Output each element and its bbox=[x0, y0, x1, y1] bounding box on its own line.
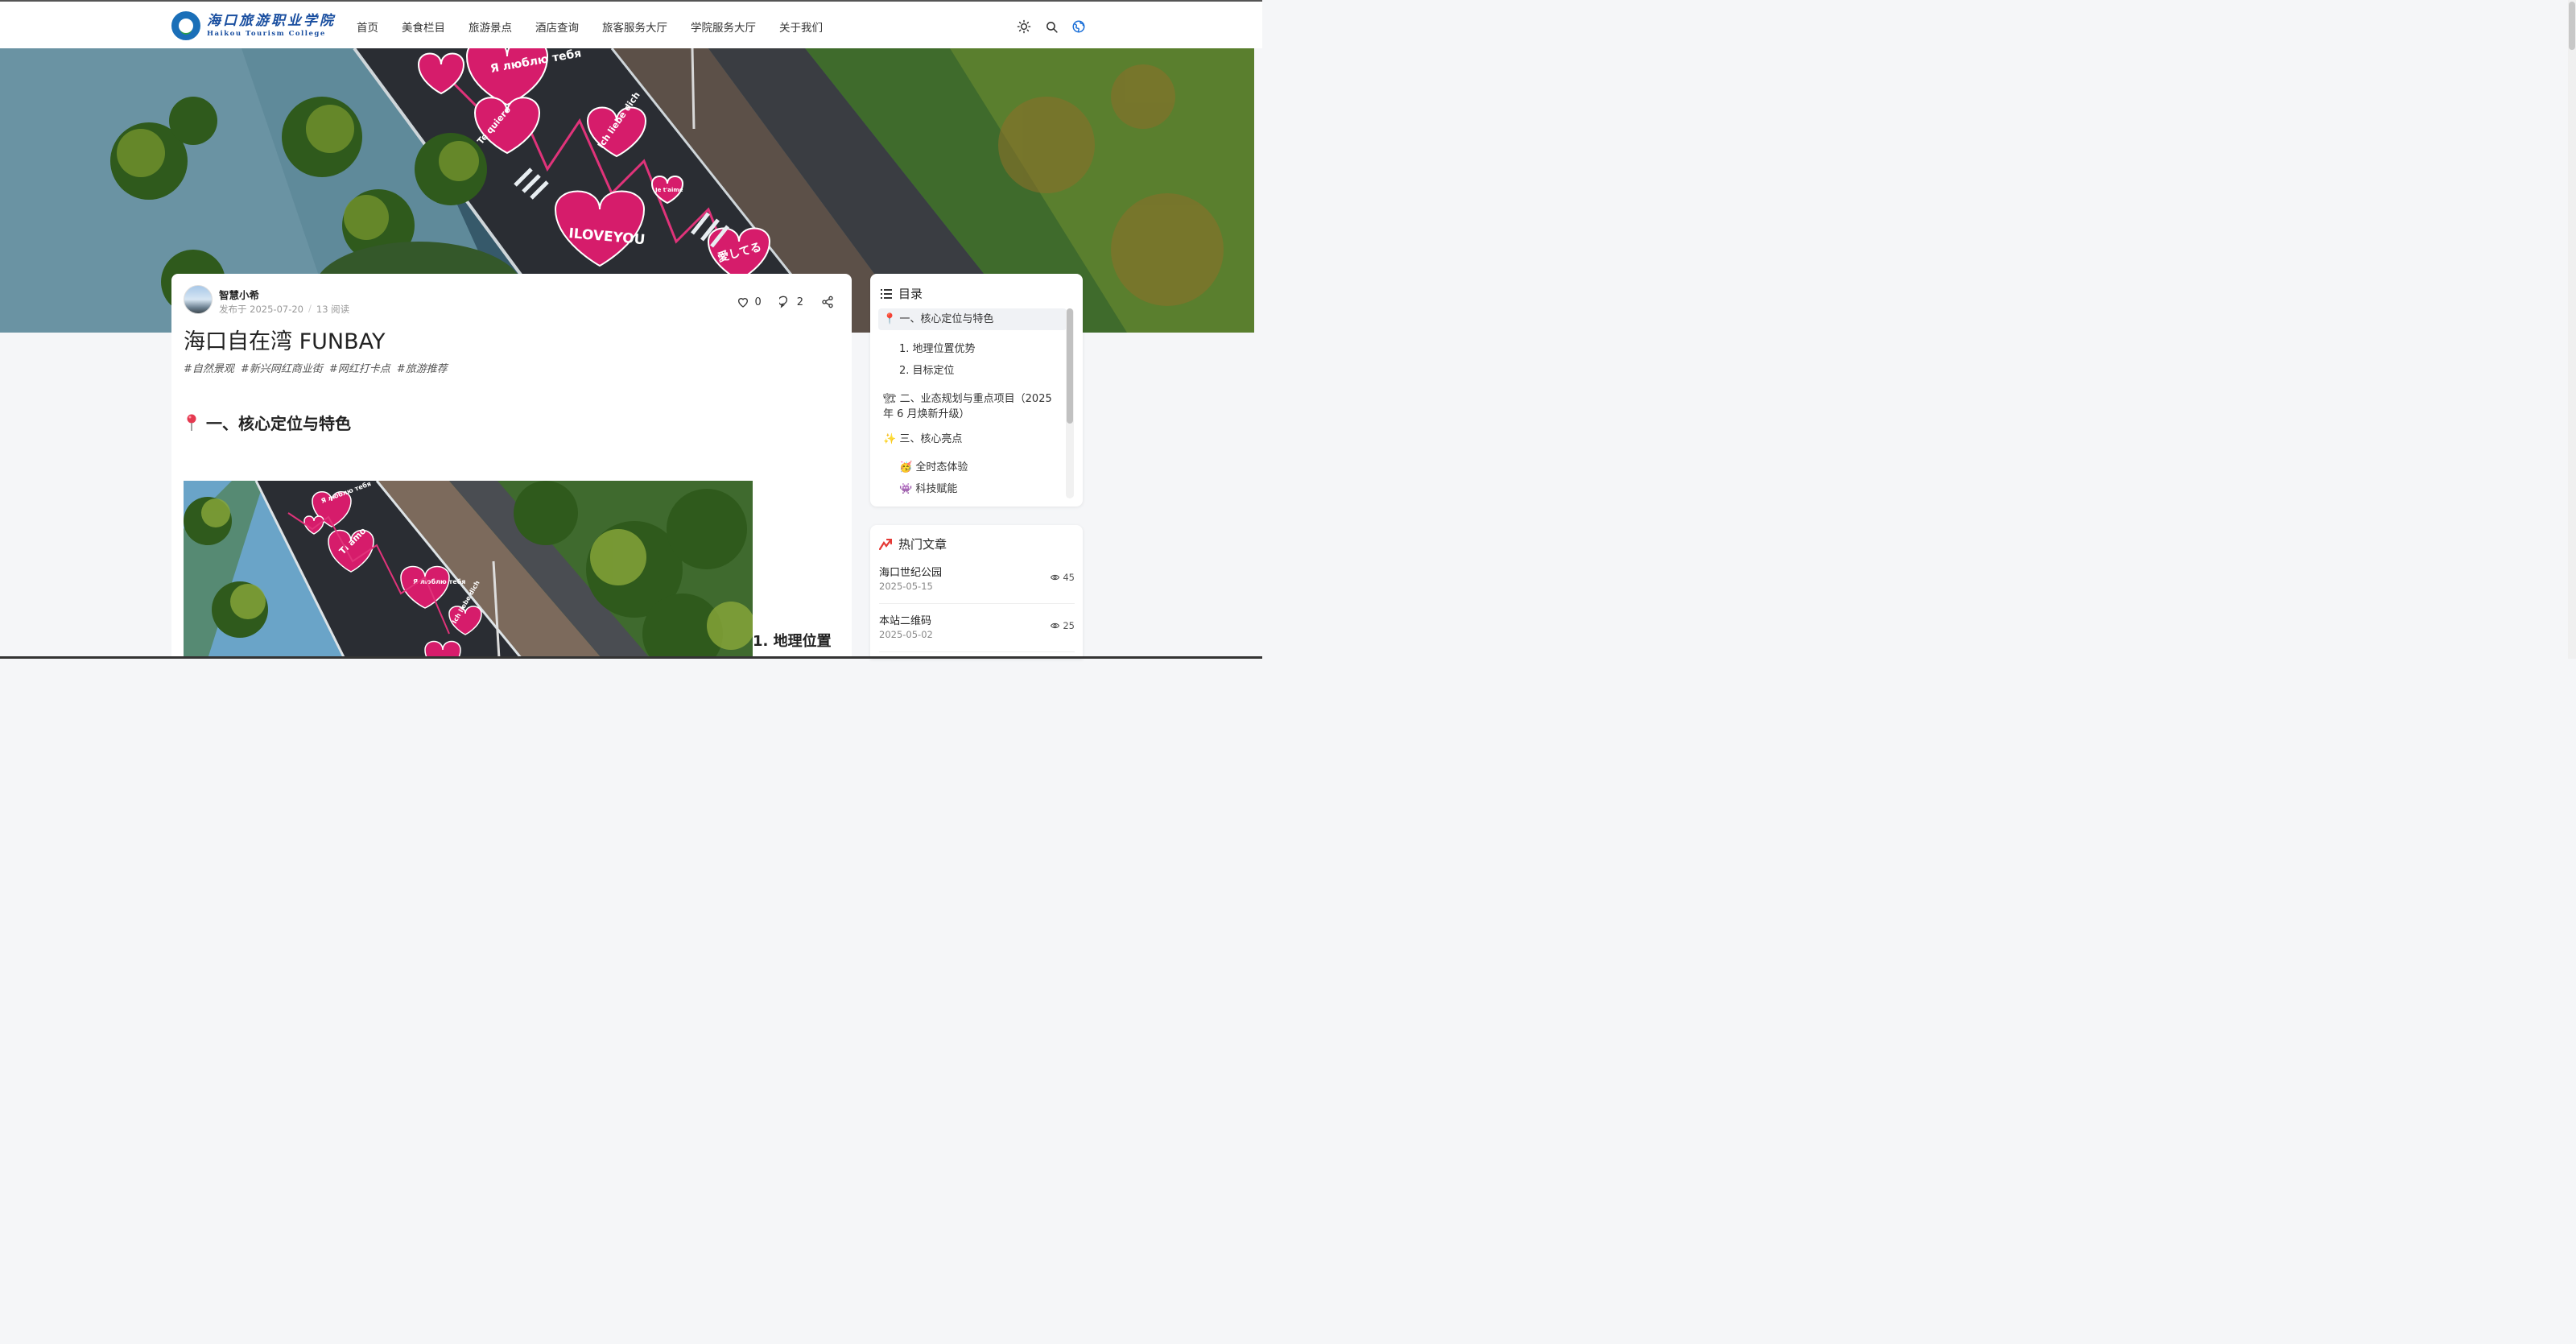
toc-item[interactable]: 📍 一、核心定位与特色 bbox=[878, 308, 1067, 330]
header-tools bbox=[1016, 19, 1087, 35]
subsection-heading: 1. 地理位置 bbox=[753, 633, 832, 650]
heart-icon[interactable] bbox=[737, 296, 749, 308]
construction-icon: 🏗 bbox=[883, 393, 897, 405]
article-card: 智慧小希 发布于 2025-07-20 / 13 阅读 0 2 海口自在湾 FU… bbox=[171, 274, 852, 659]
photo-text-3: Я люблю тебя bbox=[413, 577, 465, 585]
hot-article-date: 2025-05-15 bbox=[879, 581, 933, 592]
toc-item[interactable]: 🏗 二、业态规划与重点项目（2025年 6 月焕新升级） bbox=[878, 388, 1067, 425]
hero-text-fr: Je t'aime bbox=[654, 187, 683, 193]
page-scrollbar-thumb[interactable] bbox=[2569, 2, 2575, 50]
nav-item-college-service[interactable]: 学院服务大厅 bbox=[691, 19, 756, 35]
main-nav: 首页 美食栏目 旅游景点 酒店查询 旅客服务大厅 学院服务大厅 关于我们 bbox=[357, 19, 823, 35]
tag-link[interactable]: #旅游推荐 bbox=[397, 360, 448, 375]
toc-scrollbar[interactable] bbox=[1066, 308, 1074, 498]
nav-item-hotels[interactable]: 酒店查询 bbox=[535, 19, 579, 35]
tag-link[interactable]: #网红打卡点 bbox=[329, 360, 390, 375]
toc-subitem[interactable]: 👾 科技赋能 bbox=[878, 478, 1067, 498]
toc-list: 📍 一、核心定位与特色 1. 地理位置优势 2. 目标定位 🏗 二、业态规划与重… bbox=[878, 308, 1067, 498]
sparkles-icon: ✨ bbox=[883, 433, 897, 445]
hot-article-item[interactable]: 海口世纪公园 2025-05-15 45 bbox=[879, 564, 1075, 604]
publish-date: 发布于 2025-07-20 bbox=[219, 304, 303, 315]
sun-icon[interactable] bbox=[1016, 19, 1032, 35]
search-icon[interactable] bbox=[1043, 19, 1059, 35]
toc-panel: 目录 📍 一、核心定位与特色 1. 地理位置优势 2. 目标定位 🏗 二、业态规… bbox=[870, 274, 1083, 507]
share-icon[interactable] bbox=[821, 296, 834, 308]
hot-article-date: 2025-05-02 bbox=[879, 629, 933, 640]
window-bottom-edge bbox=[0, 656, 1262, 659]
article-tags: #自然景观 #新兴网红商业街 #网红打卡点 #旅游推荐 bbox=[184, 360, 448, 375]
toc-subitem[interactable]: 1. 地理位置优势 bbox=[878, 338, 1067, 360]
hot-article-views: 45 bbox=[1063, 572, 1075, 583]
like-count: 0 bbox=[754, 296, 762, 308]
party-face-icon: 🥳 bbox=[899, 461, 913, 474]
hot-article-item[interactable]: 本站二维码 2025-05-02 25 bbox=[879, 612, 1075, 652]
hot-article-views: 25 bbox=[1063, 620, 1075, 631]
hot-articles-panel: 热门文章 海口世纪公园 2025-05-15 45 本站二维码 2025-05-… bbox=[870, 525, 1083, 659]
eye-icon bbox=[1051, 622, 1060, 629]
hot-articles-title: 热门文章 bbox=[898, 537, 947, 552]
article-title: 海口自在湾 FUNBAY bbox=[184, 329, 386, 354]
toc-scrollbar-thumb[interactable] bbox=[1067, 308, 1073, 424]
hot-article-title[interactable]: 本站二维码 bbox=[879, 612, 931, 627]
tag-link[interactable]: #自然景观 bbox=[184, 360, 234, 375]
logo-english-name: Haikou Tourism College bbox=[207, 29, 326, 38]
top-navbar: 海口旅游职业学院 Haikou Tourism College 首页 美食栏目 … bbox=[0, 0, 1262, 48]
logo-chinese-name: 海口旅游职业学院 bbox=[207, 12, 336, 29]
nav-item-food[interactable]: 美食栏目 bbox=[402, 19, 445, 35]
meta-separator: / bbox=[308, 303, 312, 314]
article-actions: 0 2 bbox=[737, 296, 834, 308]
toc-subitem[interactable]: 2. 目标定位 bbox=[878, 360, 1067, 382]
college-emblem-icon bbox=[171, 11, 200, 40]
nav-item-visitor-service[interactable]: 旅客服务大厅 bbox=[602, 19, 667, 35]
comment-count: 2 bbox=[796, 296, 803, 308]
globe-icon[interactable] bbox=[1071, 19, 1087, 35]
nav-item-home[interactable]: 首页 bbox=[357, 19, 378, 35]
eye-icon bbox=[1051, 574, 1060, 581]
alien-monster-icon: 👾 bbox=[899, 483, 913, 495]
nav-item-attractions[interactable]: 旅游景点 bbox=[469, 19, 512, 35]
tag-link[interactable]: #新兴网红商业街 bbox=[241, 360, 323, 375]
hot-articles-header: 热门文章 bbox=[879, 536, 947, 552]
pin-icon bbox=[187, 414, 196, 431]
site-logo[interactable]: 海口旅游职业学院 Haikou Tourism College bbox=[171, 10, 336, 41]
section-heading: 一、核心定位与特色 bbox=[185, 411, 351, 434]
hot-article-title[interactable]: 海口世纪公园 bbox=[879, 564, 942, 579]
nav-item-about[interactable]: 关于我们 bbox=[779, 19, 823, 35]
author-avatar[interactable] bbox=[184, 285, 213, 314]
article-photo: Я люблю тебя Ti amo Я люблю тебя Ich lie… bbox=[184, 481, 753, 659]
list-icon bbox=[881, 288, 892, 299]
trending-icon bbox=[879, 538, 892, 550]
pin-icon: 📍 bbox=[883, 313, 897, 325]
toc-subitem[interactable]: 🥳 全时态体验 bbox=[878, 457, 1067, 478]
toc-header: 目录 bbox=[881, 285, 923, 302]
author-name[interactable]: 智慧小希 bbox=[219, 287, 259, 302]
comment-icon[interactable] bbox=[778, 296, 792, 308]
article-meta: 发布于 2025-07-20 / 13 阅读 bbox=[219, 303, 349, 316]
read-count: 13 阅读 bbox=[316, 304, 350, 315]
toc-title: 目录 bbox=[898, 287, 923, 301]
page-scrollbar[interactable] bbox=[2568, 0, 2576, 659]
toc-item[interactable]: ✨ 三、核心亮点 bbox=[878, 428, 1067, 450]
